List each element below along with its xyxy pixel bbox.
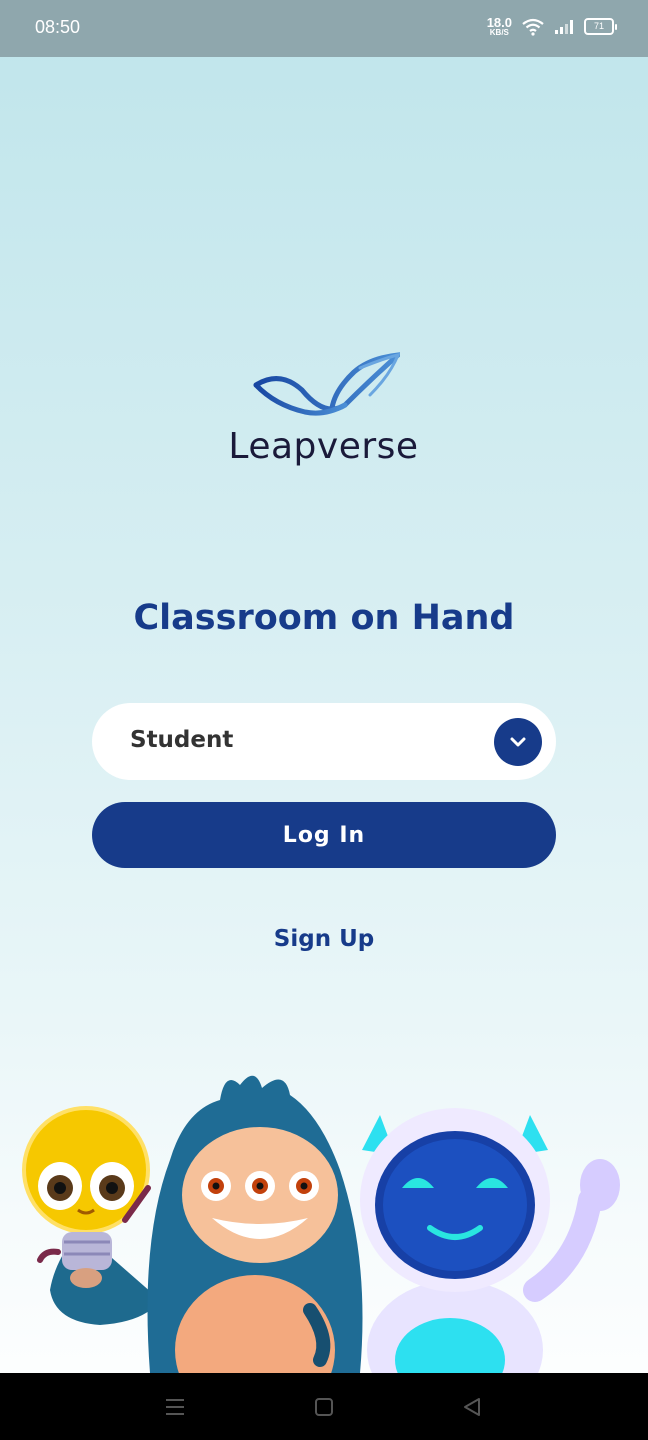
home-square-icon[interactable] [312,1395,336,1419]
role-dropdown[interactable]: Student [92,703,556,780]
status-icons: 18.0 KB/S 71 [487,16,617,37]
role-selected-value: Student [130,727,234,753]
mascots-illustration [0,1060,648,1373]
network-speed: 18.0 KB/S [487,16,512,37]
monster-mascot [147,1075,363,1373]
brand-name: Leapverse [228,426,419,467]
system-nav-bar [0,1373,648,1440]
signup-link[interactable]: Sign Up [0,926,648,952]
status-time: 08:50 [35,17,81,37]
battery-icon: 71 [584,18,617,35]
page-title: Classroom on Hand [133,598,515,638]
lightbulb-mascot [22,1106,160,1325]
menu-icon[interactable] [163,1395,187,1419]
robot-mascot [360,1108,620,1373]
back-triangle-icon[interactable] [460,1395,484,1419]
brand-logo: Leapverse [226,350,426,480]
network-speed-unit: KB/S [489,28,509,37]
chevron-down-icon [510,737,526,747]
login-button[interactable]: Log In [92,802,556,868]
wave-check-logo-icon [253,352,400,416]
wifi-icon [522,18,544,36]
role-dropdown-toggle[interactable] [494,718,542,766]
status-bar: 08:50 18.0 KB/S 71 [0,0,648,57]
signal-icon [555,19,573,34]
